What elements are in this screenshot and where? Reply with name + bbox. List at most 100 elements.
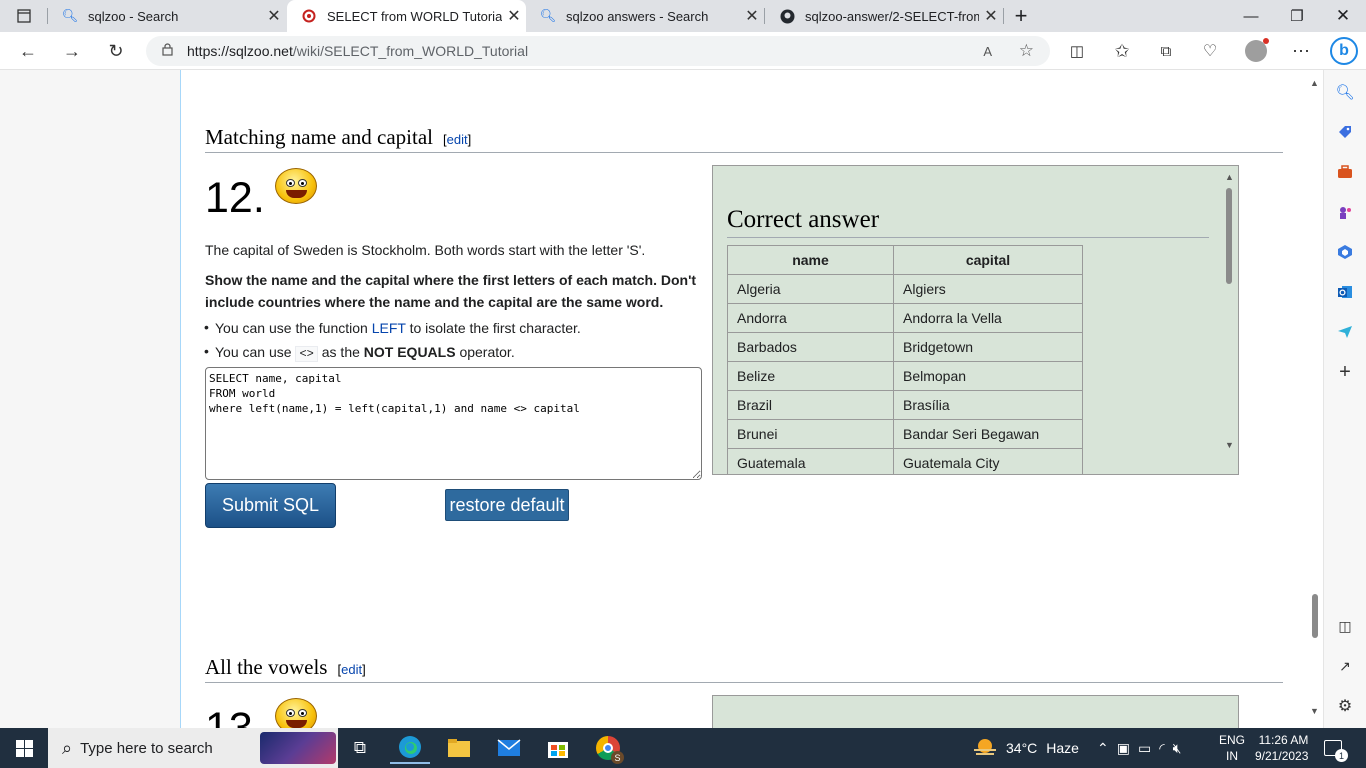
minimize-button[interactable]: — xyxy=(1228,0,1274,32)
bing-copilot-button[interactable]: b xyxy=(1328,35,1360,67)
avatar xyxy=(1245,38,1269,62)
cell-name: Brazil xyxy=(727,390,894,420)
tab-actions-button[interactable] xyxy=(2,0,46,32)
smiley-icon xyxy=(275,698,317,728)
cell-capital: Brasília xyxy=(893,390,1083,420)
cell-name: Brunei xyxy=(727,419,894,449)
browser-essentials-button[interactable]: ♡ xyxy=(1194,35,1226,67)
outlook-icon[interactable] xyxy=(1334,281,1356,303)
address-bar[interactable]: https://sqlzoo.net/wiki/SELECT_from_WORL… xyxy=(146,36,1050,66)
close-tab-icon[interactable]: ✕ xyxy=(262,6,286,26)
windows-start-button[interactable] xyxy=(4,732,44,764)
store-button[interactable] xyxy=(538,732,578,764)
search-icon[interactable]: 🔍︎ xyxy=(1334,81,1356,103)
volume-muted-icon[interactable]: 🔇︎ xyxy=(1173,740,1182,757)
close-tab-icon[interactable]: ✕ xyxy=(740,6,764,26)
weather-widget[interactable]: 34°C Haze xyxy=(972,728,1079,768)
search-icon: ⌕ xyxy=(62,737,73,758)
tools-briefcase-icon[interactable] xyxy=(1334,161,1356,183)
scrollbar-thumb[interactable] xyxy=(1226,188,1232,284)
settings-more-button[interactable]: ⋯ xyxy=(1285,35,1317,67)
gear-icon[interactable]: ⚙ xyxy=(1334,695,1356,717)
notification-center-button[interactable]: 1 xyxy=(1324,728,1348,768)
search-highlight-image xyxy=(260,732,336,764)
favorites-button[interactable]: ✩ xyxy=(1106,35,1138,67)
arrow-left-icon: ← xyxy=(19,40,37,61)
clock[interactable]: 11:26 AM 9/21/2023 xyxy=(1255,728,1308,768)
favorite-star-icon[interactable]: ☆ xyxy=(1019,41,1034,61)
notification-icon: 1 xyxy=(1324,740,1348,762)
column-header: name xyxy=(727,245,894,275)
sql-editor[interactable] xyxy=(205,367,702,480)
navigation-bar: ← → ↻ https://sqlzoo.net/wiki/SELECT_fro… xyxy=(0,32,1366,70)
back-button[interactable]: ← xyxy=(12,35,44,67)
page-scrollbar[interactable]: ▲ ▼ xyxy=(1306,70,1323,728)
tab-github-answer[interactable]: sqlzoo-answer/2-SELECT-from-W ✕ xyxy=(765,0,1003,32)
shopping-tag-icon[interactable] xyxy=(1334,121,1356,143)
question-task-line1: Show the name and the capital where the … xyxy=(205,272,697,288)
edit-link[interactable]: edit xyxy=(447,132,468,147)
tab-sqlzoo-answers[interactable]: 🔍︎ sqlzoo answers - Search ✕ xyxy=(526,0,764,32)
left-function-link[interactable]: LEFT xyxy=(372,320,406,336)
cell-name: Belize xyxy=(727,361,894,391)
games-icon[interactable] xyxy=(1334,201,1356,223)
external-link-icon[interactable]: ↗ xyxy=(1334,655,1356,677)
add-sidebar-app-icon[interactable]: + xyxy=(1334,361,1356,383)
cell-name: Guatemala xyxy=(727,448,894,474)
answer-scrollbar[interactable]: ▲ ▼ xyxy=(1221,166,1238,474)
edit-section: [edit] xyxy=(337,662,366,677)
collections-button[interactable]: ⧉ xyxy=(1150,35,1182,67)
store-icon xyxy=(548,742,568,758)
close-tab-icon[interactable]: ✕ xyxy=(979,6,1003,26)
scroll-down-icon[interactable]: ▼ xyxy=(1225,440,1234,450)
wiki-left-panel xyxy=(0,70,181,728)
task-view-button[interactable]: ⧉ xyxy=(340,732,380,764)
file-explorer-button[interactable] xyxy=(439,732,479,764)
meet-now-icon[interactable]: ▣ xyxy=(1117,740,1130,757)
forward-button[interactable]: → xyxy=(56,35,88,67)
edit-section: [edit] xyxy=(443,132,472,147)
language-indicator[interactable]: ENG IN xyxy=(1219,728,1245,768)
edge-taskbar-button[interactable] xyxy=(390,732,430,764)
scroll-up-icon[interactable]: ▲ xyxy=(1310,78,1319,88)
answer-panel[interactable]: Correct answer name capital Algeria Algie… xyxy=(712,165,1239,475)
weather-temp: 34°C xyxy=(1006,740,1038,756)
taskbar-search[interactable]: ⌕ Type here to search xyxy=(48,728,338,768)
table-row: Guatemala Guatemala City xyxy=(727,448,1083,474)
submit-sql-button[interactable]: Submit SQL xyxy=(205,483,336,528)
section-heading: All the vowels [edit] xyxy=(205,655,1283,683)
scrollbar-thumb[interactable] xyxy=(1312,594,1318,638)
tab-sqlzoo-search[interactable]: 🔍︎ sqlzoo - Search ✕ xyxy=(48,0,286,32)
table-row: Belize Belmopan xyxy=(727,361,1083,391)
edit-link[interactable]: edit xyxy=(341,662,362,677)
tab-select-from-world[interactable]: SELECT from WORLD Tutorial - S ✕ xyxy=(287,0,526,32)
scroll-down-icon[interactable]: ▼ xyxy=(1310,706,1319,716)
mail-button[interactable] xyxy=(489,732,529,764)
refresh-icon: ↻ xyxy=(108,40,124,61)
chrome-button[interactable]: S xyxy=(588,732,628,764)
profile-button[interactable] xyxy=(1240,35,1272,67)
split-screen-button[interactable]: ◫ xyxy=(1061,35,1093,67)
wifi-icon[interactable]: ◜ xyxy=(1159,740,1164,757)
restore-button[interactable]: ❐ xyxy=(1274,0,1320,32)
chrome-icon: S xyxy=(596,736,624,764)
send-drop-icon[interactable] xyxy=(1334,321,1356,343)
chevron-up-icon[interactable]: ⌃ xyxy=(1097,740,1109,757)
battery-icon[interactable]: ▭ xyxy=(1138,740,1151,757)
microsoft365-icon[interactable] xyxy=(1334,241,1356,263)
close-window-button[interactable]: ✕ xyxy=(1320,0,1366,32)
question-number: 12. xyxy=(205,174,265,222)
scroll-up-icon[interactable]: ▲ xyxy=(1225,172,1234,182)
cell-capital: Bandar Seri Begawan xyxy=(893,419,1083,449)
new-tab-button[interactable]: + xyxy=(1004,0,1038,32)
close-tab-icon[interactable]: ✕ xyxy=(502,6,526,26)
refresh-button[interactable]: ↻ xyxy=(100,35,132,67)
table-row: Brazil Brasília xyxy=(727,390,1083,420)
sqlzoo-icon xyxy=(301,8,317,24)
sidebar-toggle-icon[interactable]: ◫ xyxy=(1334,615,1356,637)
heart-pulse-icon: ♡ xyxy=(1202,43,1218,60)
read-aloud-icon[interactable]: A xyxy=(983,44,992,59)
taskbar: ⌕ Type here to search ⧉ S 34°C Haze ⌃ ▣ … xyxy=(0,728,1366,768)
restore-default-button[interactable]: restore default xyxy=(445,489,569,521)
hint-item: You can use <> as the NOT EQUALS operato… xyxy=(204,343,515,362)
